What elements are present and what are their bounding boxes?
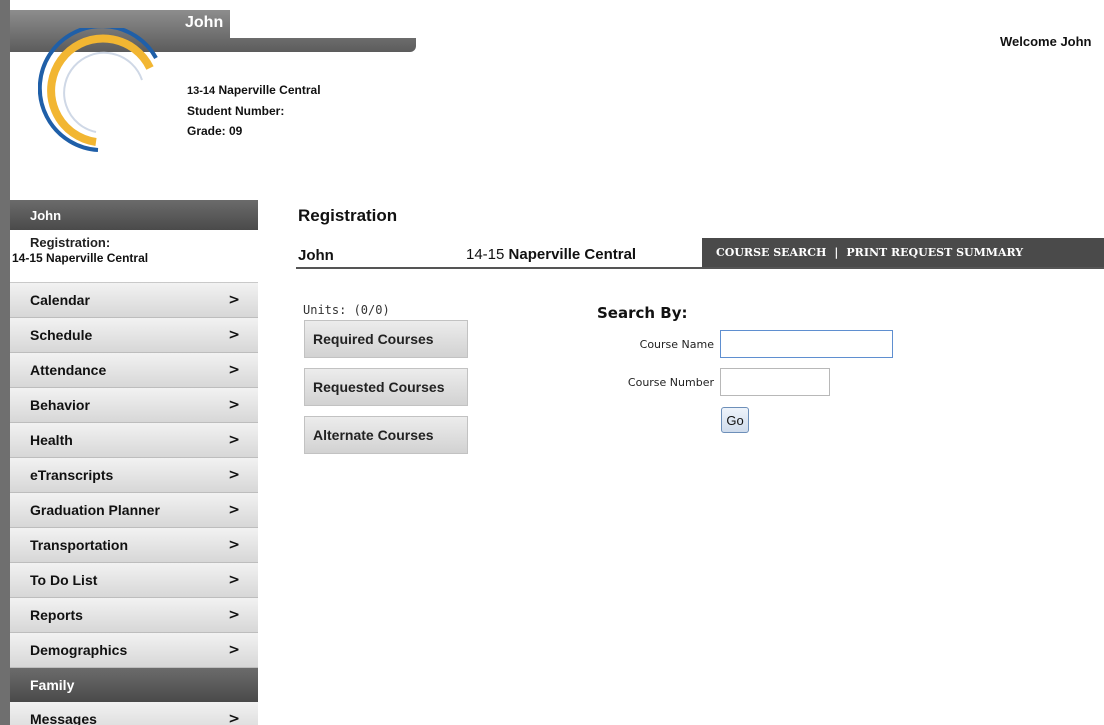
sidebar-item-label: Behavior <box>30 397 90 413</box>
page-title: Registration <box>298 206 398 225</box>
sidebar-item-label: To Do List <box>30 572 98 588</box>
student-school: 13-14 Naperville Central <box>187 80 321 101</box>
sidebar-item-label: Schedule <box>30 327 93 343</box>
registration-school-year: 14-15 <box>466 246 505 263</box>
sidebar-item-label: Graduation Planner <box>30 502 160 518</box>
sidebar-registration-year: 14-15 <box>12 251 43 265</box>
sidebar-item-behavior[interactable]: Behavior > <box>10 388 258 423</box>
registration-student-name: John <box>298 247 334 264</box>
sidebar-family-header: Family <box>10 668 258 702</box>
link-separator: | <box>834 246 839 259</box>
welcome-message: Welcome John <box>1000 34 1092 49</box>
sidebar-item-label: Calendar <box>30 292 90 308</box>
student-grade: Grade: 09 <box>187 124 243 138</box>
print-request-summary-link[interactable]: PRINT REQUEST SUMMARY <box>846 246 1023 259</box>
course-name-input[interactable] <box>720 330 893 358</box>
search-by-heading: Search By: <box>597 304 688 322</box>
registration-links: COURSE SEARCH | PRINT REQUEST SUMMARY <box>702 238 1104 267</box>
course-number-label: Course Number <box>627 376 714 389</box>
sidebar-registration[interactable]: Registration: 14-15 Naperville Central <box>10 230 258 283</box>
alternate-courses-button[interactable]: Alternate Courses <box>304 416 468 454</box>
school-logo-icon <box>38 28 158 152</box>
sidebar-item-calendar[interactable]: Calendar > <box>10 283 258 318</box>
sidebar-item-label: eTranscripts <box>30 467 114 483</box>
chevron-right-icon: > <box>228 537 240 553</box>
sidebar-item-label: Demographics <box>30 642 128 658</box>
units-counter: Units: (0/0) <box>303 303 390 317</box>
sidebar-item-reports[interactable]: Reports > <box>10 598 258 633</box>
sidebar-item-label: Reports <box>30 607 83 623</box>
sidebar-registration-title: Registration: <box>30 235 111 250</box>
sidebar-item-etranscripts[interactable]: eTranscripts > <box>10 458 258 493</box>
sidebar-item-demographics[interactable]: Demographics > <box>10 633 258 668</box>
sidebar-item-label: Health <box>30 432 73 448</box>
sidebar-item-graduation-planner[interactable]: Graduation Planner > <box>10 493 258 528</box>
sidebar-item-label: Attendance <box>30 362 107 378</box>
chevron-right-icon: > <box>228 432 240 448</box>
student-info: 13-14 Naperville Central Student Number:… <box>187 80 321 141</box>
course-search-link[interactable]: COURSE SEARCH <box>716 246 826 259</box>
chevron-right-icon: > <box>228 711 240 725</box>
requested-courses-button[interactable]: Requested Courses <box>304 368 468 406</box>
sidebar-item-to-do-list[interactable]: To Do List > <box>10 563 258 598</box>
sidebar-item-schedule[interactable]: Schedule > <box>10 318 258 353</box>
registration-school: 14-15 Naperville Central <box>466 246 636 263</box>
sidebar-item-transportation[interactable]: Transportation > <box>10 528 258 563</box>
sidebar-item-messages[interactable]: Messages > <box>10 702 258 725</box>
student-school-name: Naperville Central <box>218 83 321 97</box>
go-button[interactable]: Go <box>721 407 749 433</box>
chevron-right-icon: > <box>228 327 240 343</box>
sidebar-item-attendance[interactable]: Attendance > <box>10 353 258 388</box>
sidebar-item-label: Transportation <box>30 537 129 553</box>
student-school-year: 13-14 <box>187 85 216 97</box>
chevron-right-icon: > <box>228 607 240 623</box>
sidebar-student-header: John <box>10 200 258 230</box>
sidebar-registration-school: 14-15 Naperville Central <box>12 251 258 265</box>
chevron-right-icon: > <box>228 502 240 518</box>
course-number-input[interactable] <box>720 368 830 396</box>
required-courses-button[interactable]: Required Courses <box>304 320 468 358</box>
course-name-label: Course Name <box>639 338 714 351</box>
registration-bar: John 14-15 Naperville Central COURSE SEA… <box>296 238 1104 269</box>
chevron-right-icon: > <box>228 397 240 413</box>
sidebar: John Registration: 14-15 Naperville Cent… <box>10 200 258 725</box>
student-name-heading: John <box>185 14 224 31</box>
sidebar-item-health[interactable]: Health > <box>10 423 258 458</box>
chevron-right-icon: > <box>228 292 240 308</box>
chevron-right-icon: > <box>228 572 240 588</box>
name-tab-gap <box>230 10 416 38</box>
chevron-right-icon: > <box>228 362 240 378</box>
window-left-edge <box>0 0 10 725</box>
registration-school-name: Naperville Central <box>508 246 637 263</box>
sidebar-registration-school-name: Naperville Central <box>46 251 149 265</box>
sidebar-item-label: Messages <box>30 711 97 725</box>
chevron-right-icon: > <box>228 642 240 658</box>
student-number-label: Student Number: <box>187 104 285 118</box>
chevron-right-icon: > <box>228 467 240 483</box>
